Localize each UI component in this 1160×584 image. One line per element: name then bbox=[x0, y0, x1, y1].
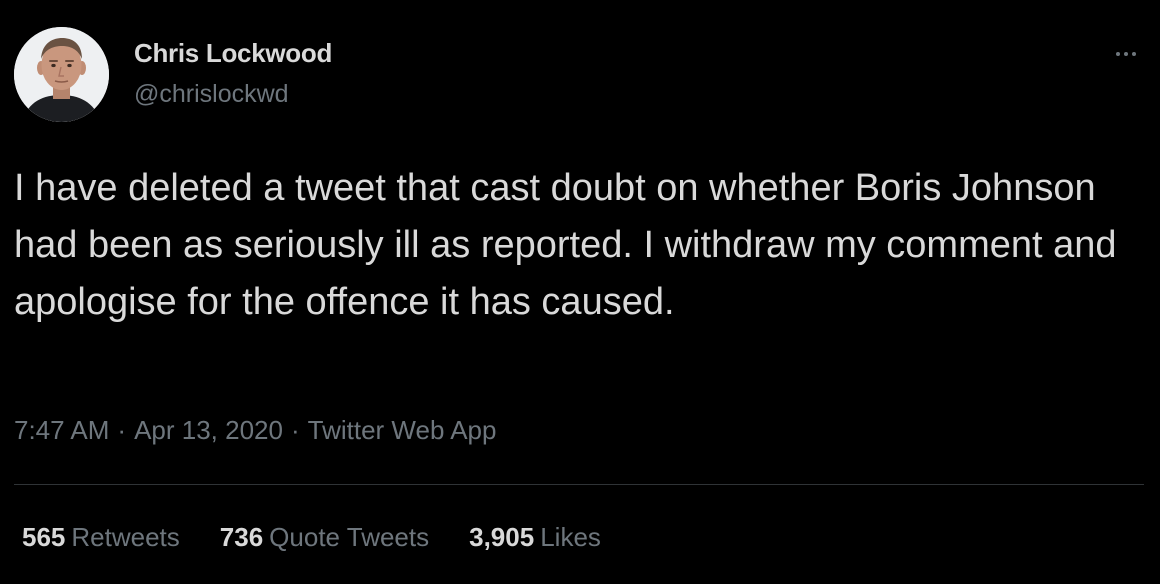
avatar[interactable] bbox=[14, 27, 109, 122]
tweet-time[interactable]: 7:47 AM bbox=[14, 415, 109, 445]
likes-count: 3,905 bbox=[469, 522, 535, 552]
meta-separator: · bbox=[290, 415, 300, 445]
quote-tweets-count: 736 bbox=[219, 522, 264, 552]
likes-stat[interactable]: 3,905 Likes bbox=[469, 522, 601, 553]
divider bbox=[14, 484, 1144, 485]
author-handle[interactable]: @chrislockwd bbox=[134, 80, 289, 109]
meta-separator: · bbox=[117, 415, 127, 445]
more-horizontal-icon bbox=[1116, 52, 1136, 56]
retweets-label: Retweets bbox=[71, 522, 180, 552]
likes-label: Likes bbox=[540, 522, 601, 552]
author-name[interactable]: Chris Lockwood bbox=[134, 38, 332, 69]
more-options-button[interactable] bbox=[1108, 40, 1144, 68]
avatar-photo bbox=[14, 27, 109, 122]
retweets-stat[interactable]: 565 Retweets bbox=[22, 522, 180, 553]
tweet-source[interactable]: Twitter Web App bbox=[308, 415, 497, 445]
tweet: Chris Lockwood @chrislockwd I have delet… bbox=[0, 0, 1160, 584]
tweet-stats: 565 Retweets 736 Quote Tweets 3,905 Likes bbox=[22, 522, 641, 553]
quote-tweets-label: Quote Tweets bbox=[269, 522, 430, 552]
tweet-meta: 7:47 AM · Apr 13, 2020 · Twitter Web App bbox=[14, 415, 496, 446]
tweet-date[interactable]: Apr 13, 2020 bbox=[134, 415, 283, 445]
tweet-text: I have deleted a tweet that cast doubt o… bbox=[14, 167, 1117, 323]
retweets-count: 565 bbox=[22, 522, 66, 552]
quote-tweets-stat[interactable]: 736 Quote Tweets bbox=[220, 522, 429, 553]
